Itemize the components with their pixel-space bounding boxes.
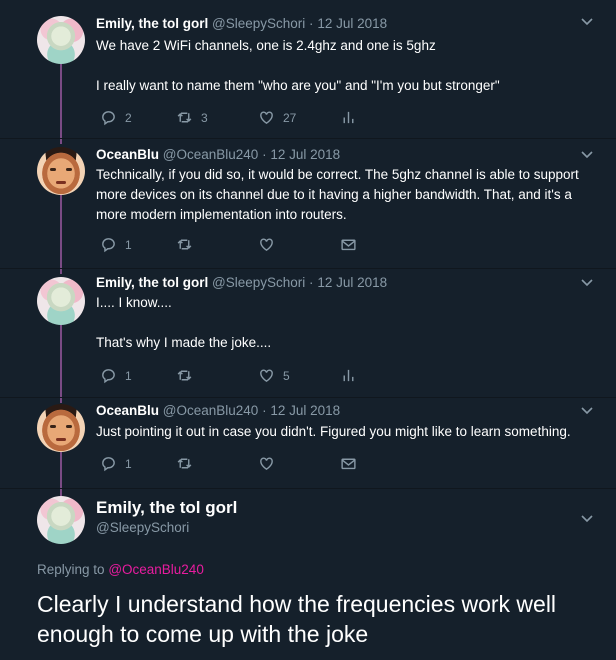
tweet-actions: 1 <box>100 236 400 254</box>
reply-button[interactable]: 1 <box>100 367 132 384</box>
separator: · <box>262 147 267 162</box>
replying-prefix: Replying to <box>37 562 105 577</box>
tweet-line: We have 2 WiFi channels, one is 2.4ghz a… <box>96 38 436 53</box>
tweet-line <box>96 313 601 333</box>
author-name[interactable]: Emily, the tol gorl <box>96 16 208 31</box>
analytics-button[interactable] <box>340 367 357 384</box>
reply-button[interactable]: 1 <box>100 455 132 472</box>
avatar[interactable] <box>37 496 85 544</box>
author-name[interactable]: OceanBlu <box>96 147 159 162</box>
reply-button[interactable]: 1 <box>100 236 132 253</box>
heart-icon <box>260 457 273 471</box>
tweet-line: That's why I made the joke.... <box>96 335 272 350</box>
heart-icon <box>260 369 273 383</box>
heart-icon <box>260 111 273 125</box>
retweet-button[interactable]: 3 <box>176 109 208 126</box>
chevron-down-icon[interactable] <box>580 511 594 528</box>
tweet-actions: 2 3 27 <box>100 109 400 127</box>
tweet-text: Just pointing it out in case you didn't.… <box>96 422 601 442</box>
focused-tweet[interactable]: Emily, the tol gorl @SleepySchori Replyi… <box>0 489 616 660</box>
retweet-button[interactable] <box>176 367 201 384</box>
retweet-icon <box>177 370 192 381</box>
reply-icon <box>102 238 115 253</box>
retweet-icon <box>177 458 192 469</box>
tweet-line <box>96 56 601 76</box>
retweet-icon <box>177 239 192 250</box>
tweet-actions: 1 <box>100 455 400 473</box>
tweet-header: OceanBlu @OceanBlu240 · 12 Jul 2018 <box>96 147 340 162</box>
tweet-header: Emily, the tol gorl @SleepySchori · 12 J… <box>96 16 387 31</box>
tweet[interactable]: Emily, the tol gorl @SleepySchori · 12 J… <box>0 269 616 397</box>
avatar[interactable] <box>37 147 85 195</box>
tweet-line: Technically, if you did so, it would be … <box>96 167 579 222</box>
tweet-actions: 1 5 <box>100 367 400 385</box>
tweet-text: Technically, if you did so, it would be … <box>96 165 601 225</box>
tweet-line: I really want to name them "who are you"… <box>96 78 500 93</box>
like-button[interactable] <box>258 455 283 472</box>
like-button[interactable]: 5 <box>258 367 290 384</box>
author-handle[interactable]: @SleepySchori <box>212 16 305 31</box>
tweet-date[interactable]: 12 Jul 2018 <box>317 275 387 290</box>
author-handle[interactable]: @SleepySchori <box>212 275 305 290</box>
tweet[interactable]: OceanBlu @OceanBlu240 · 12 Jul 2018 Just… <box>0 398 616 488</box>
analytics-button[interactable] <box>340 109 357 126</box>
replying-to-link[interactable]: @OceanBlu240 <box>108 562 204 577</box>
chevron-down-icon[interactable] <box>580 275 594 292</box>
tweet-text: I.... I know.... That's why I made the j… <box>96 293 601 353</box>
tweet[interactable]: Emily, the tol gorl @SleepySchori · 12 J… <box>0 0 616 138</box>
like-count: 5 <box>283 368 290 383</box>
retweet-count: 3 <box>201 110 208 125</box>
tweet-header: OceanBlu @OceanBlu240 · 12 Jul 2018 <box>96 403 340 418</box>
separator: · <box>262 403 267 418</box>
separator: · <box>309 275 314 290</box>
like-count: 27 <box>283 110 297 125</box>
like-button[interactable]: 27 <box>258 109 296 126</box>
tweet-date[interactable]: 12 Jul 2018 <box>270 403 340 418</box>
author-name[interactable]: Emily, the tol gorl <box>96 498 237 518</box>
retweet-button[interactable] <box>176 455 201 472</box>
reply-icon <box>102 111 115 126</box>
chevron-down-icon[interactable] <box>580 147 594 164</box>
reply-count: 1 <box>125 237 132 252</box>
avatar[interactable] <box>37 277 85 325</box>
author-name[interactable]: OceanBlu <box>96 403 159 418</box>
author-handle[interactable]: @OceanBlu240 <box>163 403 259 418</box>
chevron-down-icon[interactable] <box>580 14 594 31</box>
envelope-icon <box>341 239 356 251</box>
tweet-line: I.... I know.... <box>96 295 172 310</box>
analytics-icon <box>343 111 354 124</box>
direct-message-button[interactable] <box>340 236 357 253</box>
analytics-icon <box>343 369 354 382</box>
avatar[interactable] <box>37 404 85 452</box>
author-name[interactable]: Emily, the tol gorl <box>96 275 208 290</box>
separator: · <box>309 16 314 31</box>
reply-count: 2 <box>125 110 132 125</box>
focused-tweet-text: Clearly I understand how the frequencies… <box>37 591 557 647</box>
tweet-text: We have 2 WiFi channels, one is 2.4ghz a… <box>96 36 601 96</box>
avatar[interactable] <box>37 16 85 64</box>
like-button[interactable] <box>258 236 283 253</box>
tweet-date[interactable]: 12 Jul 2018 <box>317 16 387 31</box>
reply-icon <box>102 457 115 472</box>
tweet[interactable]: OceanBlu @OceanBlu240 · 12 Jul 2018 Tech… <box>0 139 616 268</box>
reply-icon <box>102 369 115 384</box>
retweet-button[interactable] <box>176 236 201 253</box>
direct-message-button[interactable] <box>340 455 357 472</box>
heart-icon <box>260 238 273 252</box>
chevron-down-icon[interactable] <box>580 403 594 420</box>
replying-to: Replying to @OceanBlu240 <box>37 562 204 577</box>
retweet-icon <box>177 112 192 123</box>
reply-count: 1 <box>125 368 132 383</box>
reply-button[interactable]: 2 <box>100 109 132 126</box>
reply-count: 1 <box>125 456 132 471</box>
author-handle[interactable]: @OceanBlu240 <box>163 147 259 162</box>
envelope-icon <box>341 458 356 470</box>
tweet-header: Emily, the tol gorl @SleepySchori · 12 J… <box>96 275 387 290</box>
tweet-line: Just pointing it out in case you didn't.… <box>96 424 571 439</box>
tweet-date[interactable]: 12 Jul 2018 <box>270 147 340 162</box>
author-handle[interactable]: @SleepySchori <box>96 520 189 535</box>
